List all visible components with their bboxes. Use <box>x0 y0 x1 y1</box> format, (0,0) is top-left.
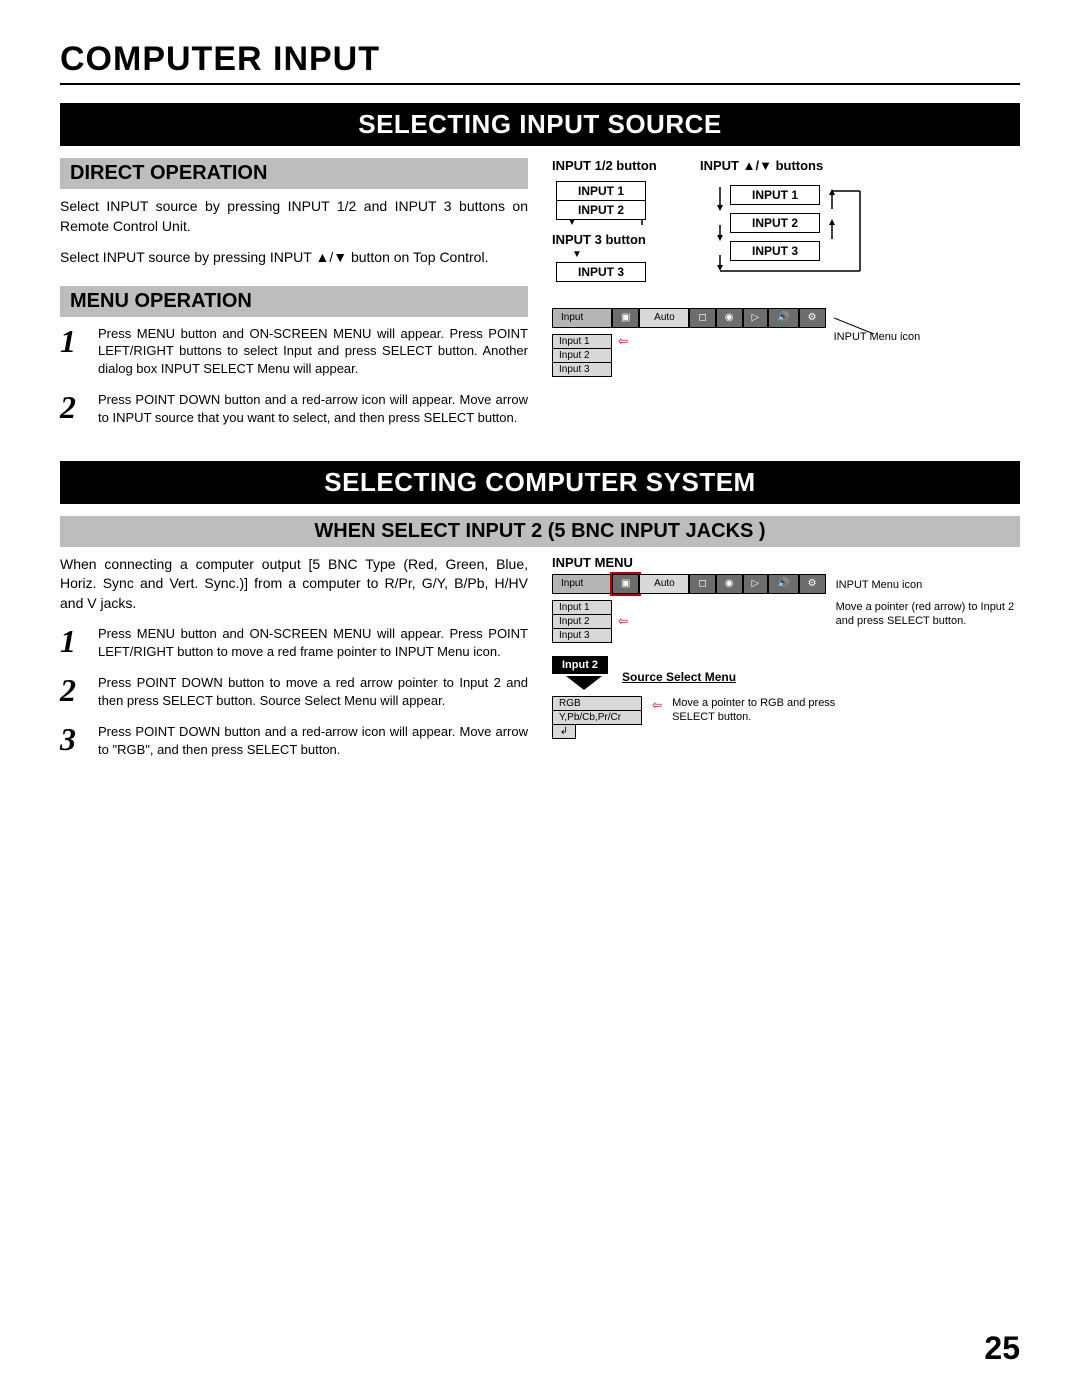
page-title: COMPUTER INPUT <box>60 40 1020 79</box>
label-source-select-menu: Source Select Menu <box>622 670 736 684</box>
step-number-1: 1 <box>60 325 88 378</box>
osd2-icon-1: ◻ <box>689 574 715 594</box>
subheading-direct-operation: DIRECT OPERATION <box>60 158 528 189</box>
osd2-icon-2: ◉ <box>716 574 743 594</box>
label-input-updown-buttons: INPUT ▲/▼ buttons <box>700 158 823 173</box>
osd2-item-input2: Input 2 <box>552 614 612 629</box>
arrows-updown <box>700 175 880 275</box>
osd-input-icon: ▣ <box>612 308 639 328</box>
step-text-b2: Press POINT DOWN button to move a red ar… <box>98 674 528 709</box>
osd2-item-input1: Input 1 <box>552 600 612 615</box>
direct-op-text-1: Select INPUT source by pressing INPUT 1/… <box>60 197 528 236</box>
annot-move-pointer: Move a pointer (red arrow) to Input 2 an… <box>836 600 1020 629</box>
osd2-input-icon-selected: ▣ <box>612 574 639 594</box>
step-text-b1: Press MENU button and ON-SCREEN MENU wil… <box>98 625 528 660</box>
pill-input-2: Input 2 <box>552 656 608 674</box>
osd-icon-2: ◉ <box>716 308 743 328</box>
subheading-menu-operation: MENU OPERATION <box>60 286 528 317</box>
step-number-b3: 3 <box>60 723 88 758</box>
bnc-step-3: 3 Press POINT DOWN button and a red-arro… <box>60 723 528 758</box>
osd2-icon-3: ▷ <box>743 574 769 594</box>
osd-icon-5: ⚙ <box>799 308 826 328</box>
osd-input-menu-1: Input ▣ Auto ◻ ◉ ▷ 🔊 ⚙ Input 1 Input 2 I… <box>552 308 1020 377</box>
step-number-b2: 2 <box>60 674 88 709</box>
red-arrow-icon-2: ⇦ <box>618 614 628 628</box>
box-input-1: INPUT 1 <box>556 181 646 201</box>
label-input-menu: INPUT MENU <box>552 555 1020 570</box>
red-arrow-icon-3: ⇦ <box>652 698 662 712</box>
down-arrow-icon <box>566 676 602 690</box>
annot-input-menu-icon-2: INPUT Menu icon <box>836 578 1020 592</box>
input-button-diagram: INPUT 1/2 button INPUT 1 INPUT 2 INPUT 3… <box>552 158 1020 282</box>
page-number: 25 <box>984 1330 1020 1367</box>
annot-move-pointer-rgb: Move a pointer to RGB and press SELECT b… <box>672 696 852 725</box>
step-text-2: Press POINT DOWN button and a red-arrow … <box>98 391 528 426</box>
osd2-title: Input <box>552 574 612 594</box>
step-text-b3: Press POINT DOWN button and a red-arrow … <box>98 723 528 758</box>
menu-op-step-1: 1 Press MENU button and ON-SCREEN MENU w… <box>60 325 528 378</box>
osd-icon-1: ◻ <box>689 308 715 328</box>
osd2-icon-4: 🔊 <box>768 574 798 594</box>
osd-title: Input <box>552 308 612 328</box>
bnc-step-1: 1 Press MENU button and ON-SCREEN MENU w… <box>60 625 528 660</box>
box-input-2: INPUT 2 <box>556 200 646 220</box>
red-arrow-icon: ⇦ <box>618 334 628 348</box>
annot-input-menu-icon: INPUT Menu icon <box>834 330 921 344</box>
direct-op-text-2: Select INPUT source by pressing INPUT ▲/… <box>60 248 528 268</box>
osd-source-select: RGB Y,Pb/Cb,Pr/Cr ↲ ⇦ Move a pointer to … <box>552 696 1020 739</box>
step-text-1: Press MENU button and ON-SCREEN MENU wil… <box>98 325 528 378</box>
section-bar-selecting-computer-system: SELECTING COMPUTER SYSTEM <box>60 461 1020 504</box>
section-bar-selecting-input-source: SELECTING INPUT SOURCE <box>60 103 1020 146</box>
osd-item-input3: Input 3 <box>552 362 612 377</box>
osd-item-input2: Input 2 <box>552 348 612 363</box>
step-number-2: 2 <box>60 391 88 426</box>
label-input-12-button: INPUT 1/2 button <box>552 158 657 173</box>
osd-auto: Auto <box>639 308 689 328</box>
menu-op-step-2: 2 Press POINT DOWN button and a red-arro… <box>60 391 528 426</box>
osd-icon-4: 🔊 <box>768 308 798 328</box>
osd-input-menu-2: Input ▣ Auto ◻ ◉ ▷ 🔊 ⚙ Input 1 Input 2 I… <box>552 574 1020 643</box>
title-underline <box>60 83 1020 85</box>
input2-transition: Input 2 Source Select Menu <box>552 655 1020 692</box>
osd2-icon-5: ⚙ <box>799 574 826 594</box>
source-item-ypbcb: Y,Pb/Cb,Pr/Cr <box>552 710 642 725</box>
osd-item-input1: Input 1 <box>552 334 612 349</box>
box-input-3: INPUT 3 <box>556 262 646 282</box>
label-input-3-button: INPUT 3 button <box>552 232 646 247</box>
subheading-bnc: WHEN SELECT INPUT 2 (5 BNC INPUT JACKS ) <box>60 516 1020 547</box>
bnc-step-2: 2 Press POINT DOWN button to move a red … <box>60 674 528 709</box>
source-item-rgb: RGB <box>552 696 642 711</box>
osd2-auto: Auto <box>639 574 689 594</box>
osd2-item-input3: Input 3 <box>552 628 612 643</box>
bnc-intro-text: When connecting a computer output [5 BNC… <box>60 555 528 614</box>
step-number-b1: 1 <box>60 625 88 660</box>
source-item-return-icon: ↲ <box>552 724 576 739</box>
osd-icon-3: ▷ <box>743 308 769 328</box>
